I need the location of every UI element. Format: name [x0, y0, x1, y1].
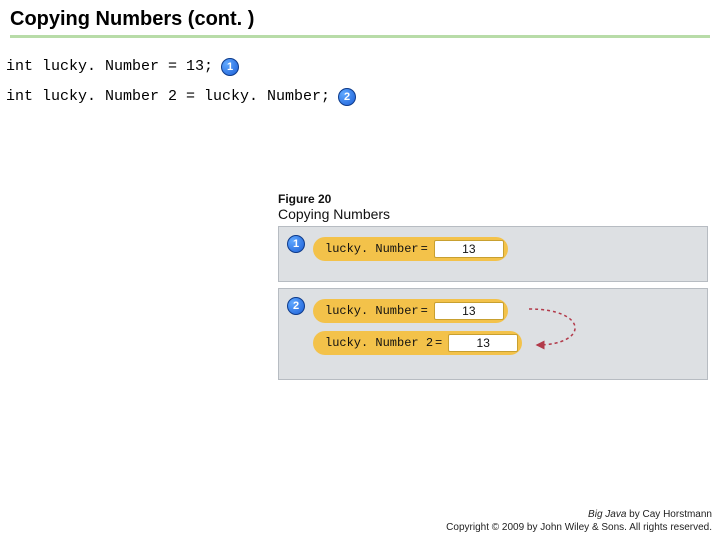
code-block: int lucky. Number = 13; 1 int lucky. Num…: [0, 42, 720, 112]
code-text-1: int lucky. Number = 13;: [6, 52, 213, 82]
footer: Big Java by Cay Horstmann Copyright © 20…: [446, 508, 712, 534]
var-value-2a: 13: [434, 302, 504, 320]
var-pill-2b: lucky. Number 2 = 13: [313, 331, 522, 355]
step-badge-2-inline: 2: [338, 88, 356, 106]
footer-line-1: Big Java by Cay Horstmann: [446, 508, 712, 521]
title-rule: [10, 35, 710, 38]
eq-1: =: [421, 242, 428, 256]
var-value-1: 13: [434, 240, 504, 258]
figure-label: Figure 20: [278, 192, 708, 206]
eq-2b: =: [435, 336, 442, 350]
code-line-1: int lucky. Number = 13; 1: [6, 52, 710, 82]
code-text-2: int lucky. Number 2 = lucky. Number;: [6, 82, 330, 112]
footer-copyright: Copyright © 2009 by John Wiley & Sons. A…: [446, 521, 712, 534]
var-pill-2a: lucky. Number = 13: [313, 299, 508, 323]
panel-badge-2: 2: [287, 297, 305, 315]
code-line-2: int lucky. Number 2 = lucky. Number; 2: [6, 82, 710, 112]
eq-2a: =: [421, 304, 428, 318]
figure-panel-2: 2 lucky. Number = 13 lucky. Number 2 = 1…: [278, 288, 708, 380]
figure-caption: Copying Numbers: [278, 206, 708, 222]
title-area: Copying Numbers (cont. ): [0, 0, 720, 42]
figure-20: Figure 20 Copying Numbers 1 lucky. Numbe…: [278, 192, 708, 386]
figure-panel-1: 1 lucky. Number = 13: [278, 226, 708, 282]
var-pill-1: lucky. Number = 13: [313, 237, 508, 261]
var-value-2b: 13: [448, 334, 518, 352]
panel-badge-1: 1: [287, 235, 305, 253]
var-name-1: lucky. Number: [325, 242, 419, 256]
footer-author: by Cay Horstmann: [626, 509, 712, 520]
var-name-2b: lucky. Number 2: [325, 336, 433, 350]
footer-book-title: Big Java: [588, 509, 626, 520]
step-badge-1-inline: 1: [221, 58, 239, 76]
page-title: Copying Numbers (cont. ): [10, 8, 710, 31]
var-name-2a: lucky. Number: [325, 304, 419, 318]
